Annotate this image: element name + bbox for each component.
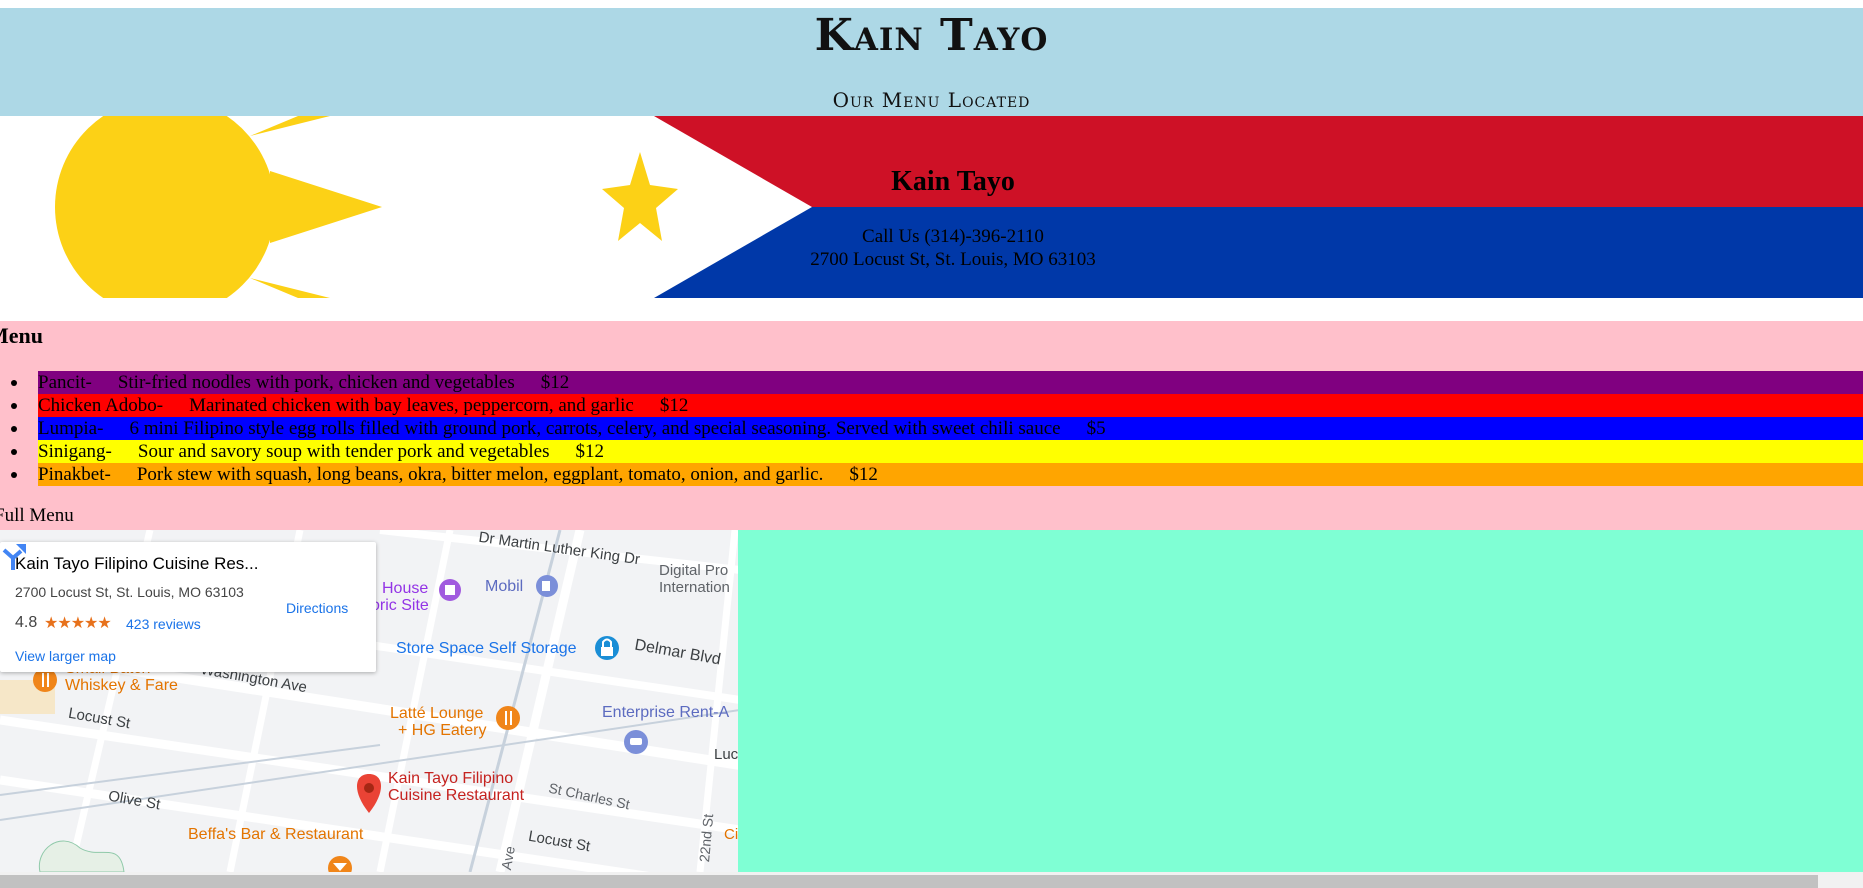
pin-icon	[356, 774, 382, 813]
map-label-mobil: Mobil	[485, 578, 524, 595]
menu-item-pancit: Pancit- Stir-fried noodles with pork, chi…	[11, 371, 1863, 394]
rating-stars-icon: ★★★★★	[44, 615, 112, 632]
view-larger-map-link[interactable]: View larger map	[15, 648, 116, 664]
menu-item-lumpia: Lumpia- 6 mini Filipino style egg rolls f…	[11, 417, 1863, 440]
menu-item-price: $12	[540, 372, 570, 393]
cocktail-icon	[328, 856, 352, 872]
directions-button[interactable]: Directions	[286, 600, 348, 616]
flag-banner: Kain Tayo Call Us (314)-396-2110 2700 Lo…	[0, 116, 1863, 298]
site-header: Kain Tayo Our Menu Located	[0, 8, 1863, 116]
menu-item-name: Chicken Adobo-	[38, 395, 164, 416]
banner-phone: Call Us (314)-396-2110	[862, 226, 1044, 247]
map-label-beffas: Beffa's Bar & Restaurant	[188, 826, 364, 843]
reviews-link[interactable]: 423 reviews	[126, 616, 201, 632]
map-label-kain-tayo: Kain Tayo Filipino	[388, 770, 514, 787]
menu-item-price: $5	[1086, 418, 1106, 439]
scrollbar-thumb[interactable]	[0, 875, 1818, 888]
full-menu-link[interactable]: Full Menu	[0, 505, 74, 527]
banner-address: 2700 Locust St, St. Louis, MO 63103	[810, 249, 1096, 270]
map-label-digital-2: Internation	[659, 579, 730, 596]
menu-item-sinigang: Sinigang- Sour and savory soup with tende…	[11, 440, 1863, 463]
lock-icon	[595, 636, 619, 660]
menu-item-description: Stir-fried noodles with pork, chicken an…	[117, 372, 515, 393]
menu-item-price: $12	[849, 464, 878, 485]
menu-heading: Menu	[0, 323, 43, 348]
banner-title: Kain Tayo	[891, 166, 1015, 197]
menu-item-name: Pinakbet-	[38, 464, 111, 485]
map-label-house-2: oric Site	[371, 597, 429, 614]
map-embed[interactable]: Dr Martin Luther King Dr Digital Pro Int…	[0, 530, 738, 872]
menu-list: Pancit- Stir-fried noodles with pork, chi…	[0, 371, 1863, 486]
car-icon	[624, 730, 648, 754]
restaurant-icon	[496, 706, 520, 730]
map-label-ci: Ci	[724, 826, 738, 843]
menu-section: Menu Pancit- Stir-fried noodles with pork…	[0, 321, 1863, 530]
map-label-enterprise: Enterprise Rent-A	[602, 704, 730, 721]
gas-icon	[536, 575, 558, 597]
section-gap	[0, 298, 1863, 321]
place-name: Kain Tayo Filipino Cuisine Res...	[15, 554, 259, 573]
menu-item-pinakbet: Pinakbet- Pork stew with squash, long bea…	[11, 463, 1863, 486]
map-label-latte: Latté Lounge	[390, 705, 484, 722]
menu-item-name: Pancit-	[38, 372, 92, 393]
menu-item-name: Sinigang-	[38, 441, 112, 462]
map-label-latte-2: + HG Eatery	[398, 722, 487, 739]
map-label-storage: Store Space Self Storage	[396, 640, 577, 657]
menu-item-description: 6 mini Filipino style egg rolls filled w…	[129, 418, 1061, 439]
map-label-luc: Luc	[714, 746, 738, 763]
menu-item-name: Lumpia-	[38, 418, 104, 439]
top-strip	[0, 0, 1863, 8]
site-title: Kain Tayo	[814, 10, 1049, 61]
place-card: Kain Tayo Filipino Cuisine Res... 2700 L…	[0, 542, 376, 672]
museum-icon	[439, 579, 461, 601]
site-subtitle: Our Menu Located	[832, 88, 1031, 112]
map-label-digital: Digital Pro	[659, 562, 729, 579]
aqua-panel	[738, 530, 1863, 872]
menu-item-description: Sour and savory soup with tender pork an…	[137, 441, 550, 462]
map-label-house: House	[382, 580, 429, 597]
menu-item-description: Marinated chicken with bay leaves, peppe…	[189, 395, 634, 416]
place-rating: 4.8	[15, 614, 38, 631]
place-address: 2700 Locust St, St. Louis, MO 63103	[15, 584, 244, 600]
menu-item-description: Pork stew with squash, long beans, okra,…	[136, 464, 824, 485]
menu-item-price: $12	[659, 395, 689, 416]
menu-item-chicken-adobo: Chicken Adobo- Marinated chicken with bay…	[11, 394, 1863, 417]
map-label-kain-tayo-2: Cuisine Restaurant	[388, 787, 525, 804]
map-label-small-batch-2: Whiskey & Fare	[65, 677, 178, 694]
menu-item-price: $12	[575, 441, 604, 462]
directions-icon[interactable]	[0, 542, 26, 572]
